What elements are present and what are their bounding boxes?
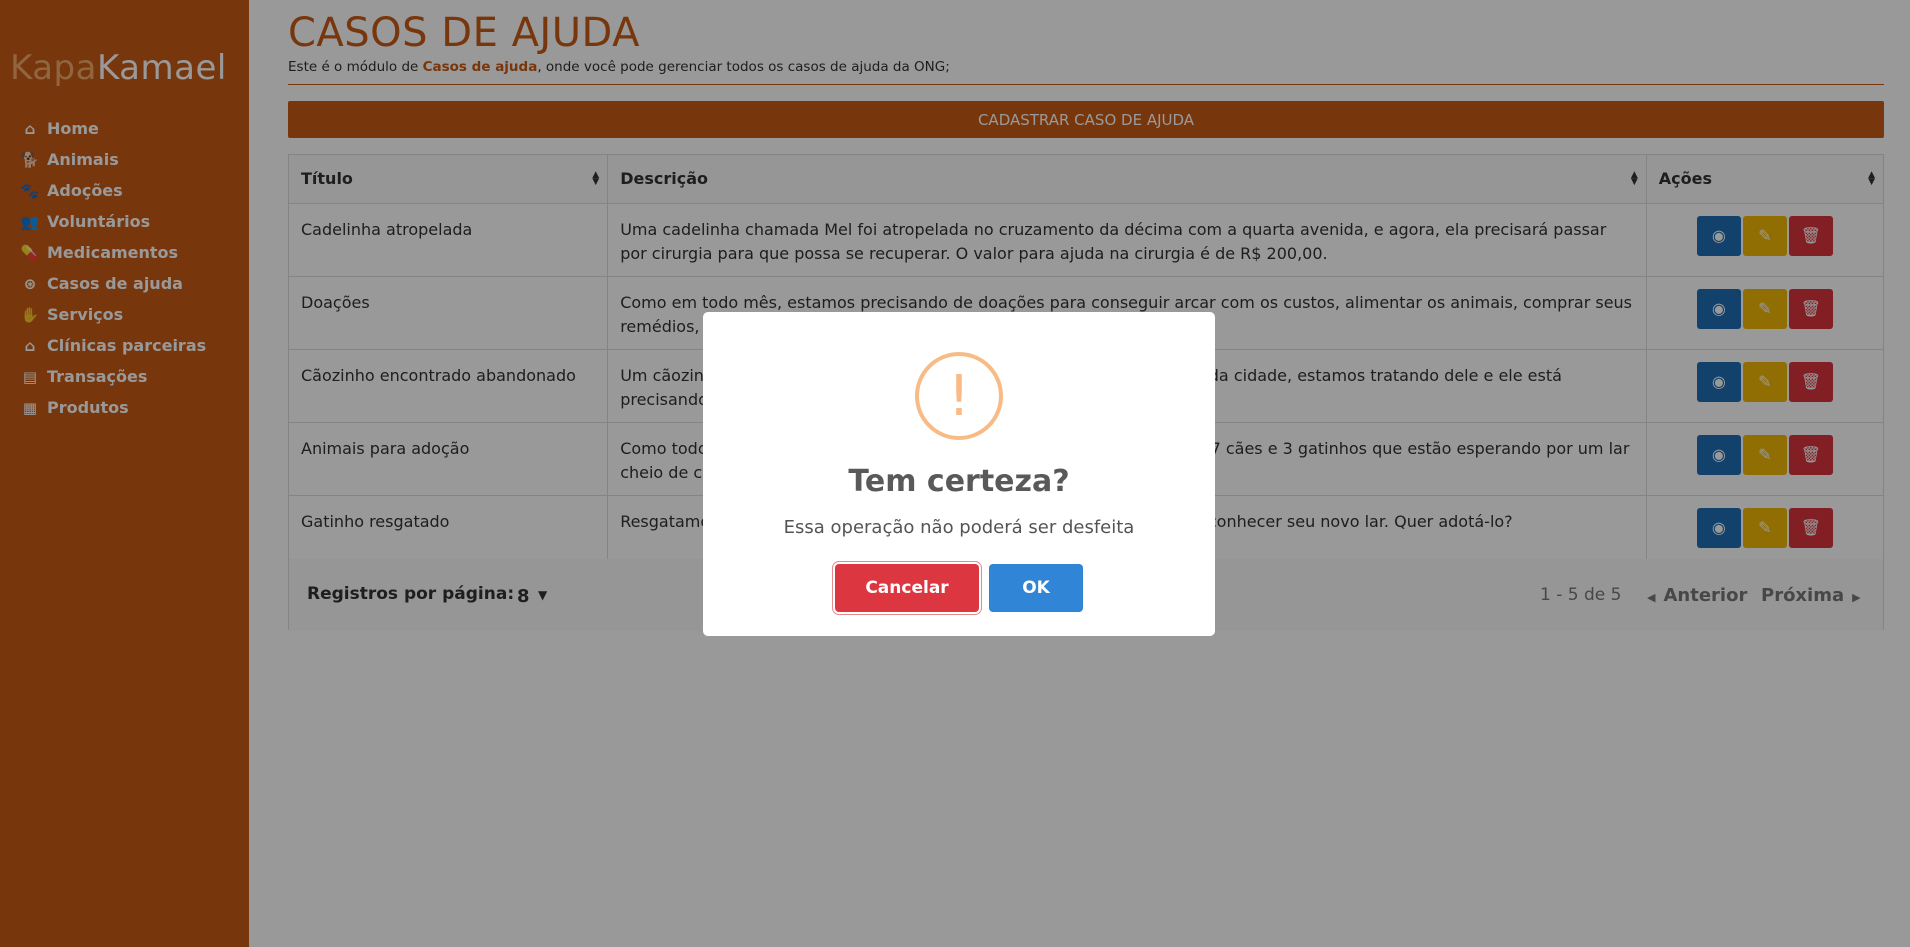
warning-icon-glyph: ! xyxy=(947,363,971,429)
confirm-dialog: ! Tem certeza? Essa operação não poderá … xyxy=(703,312,1215,636)
ok-button[interactable]: OK xyxy=(989,564,1083,612)
dialog-title: Tem certeza? xyxy=(848,464,1070,499)
dialog-message: Essa operação não poderá ser desfeita xyxy=(783,517,1135,538)
cancel-button[interactable]: Cancelar xyxy=(835,564,979,612)
warning-icon: ! xyxy=(915,352,1003,440)
